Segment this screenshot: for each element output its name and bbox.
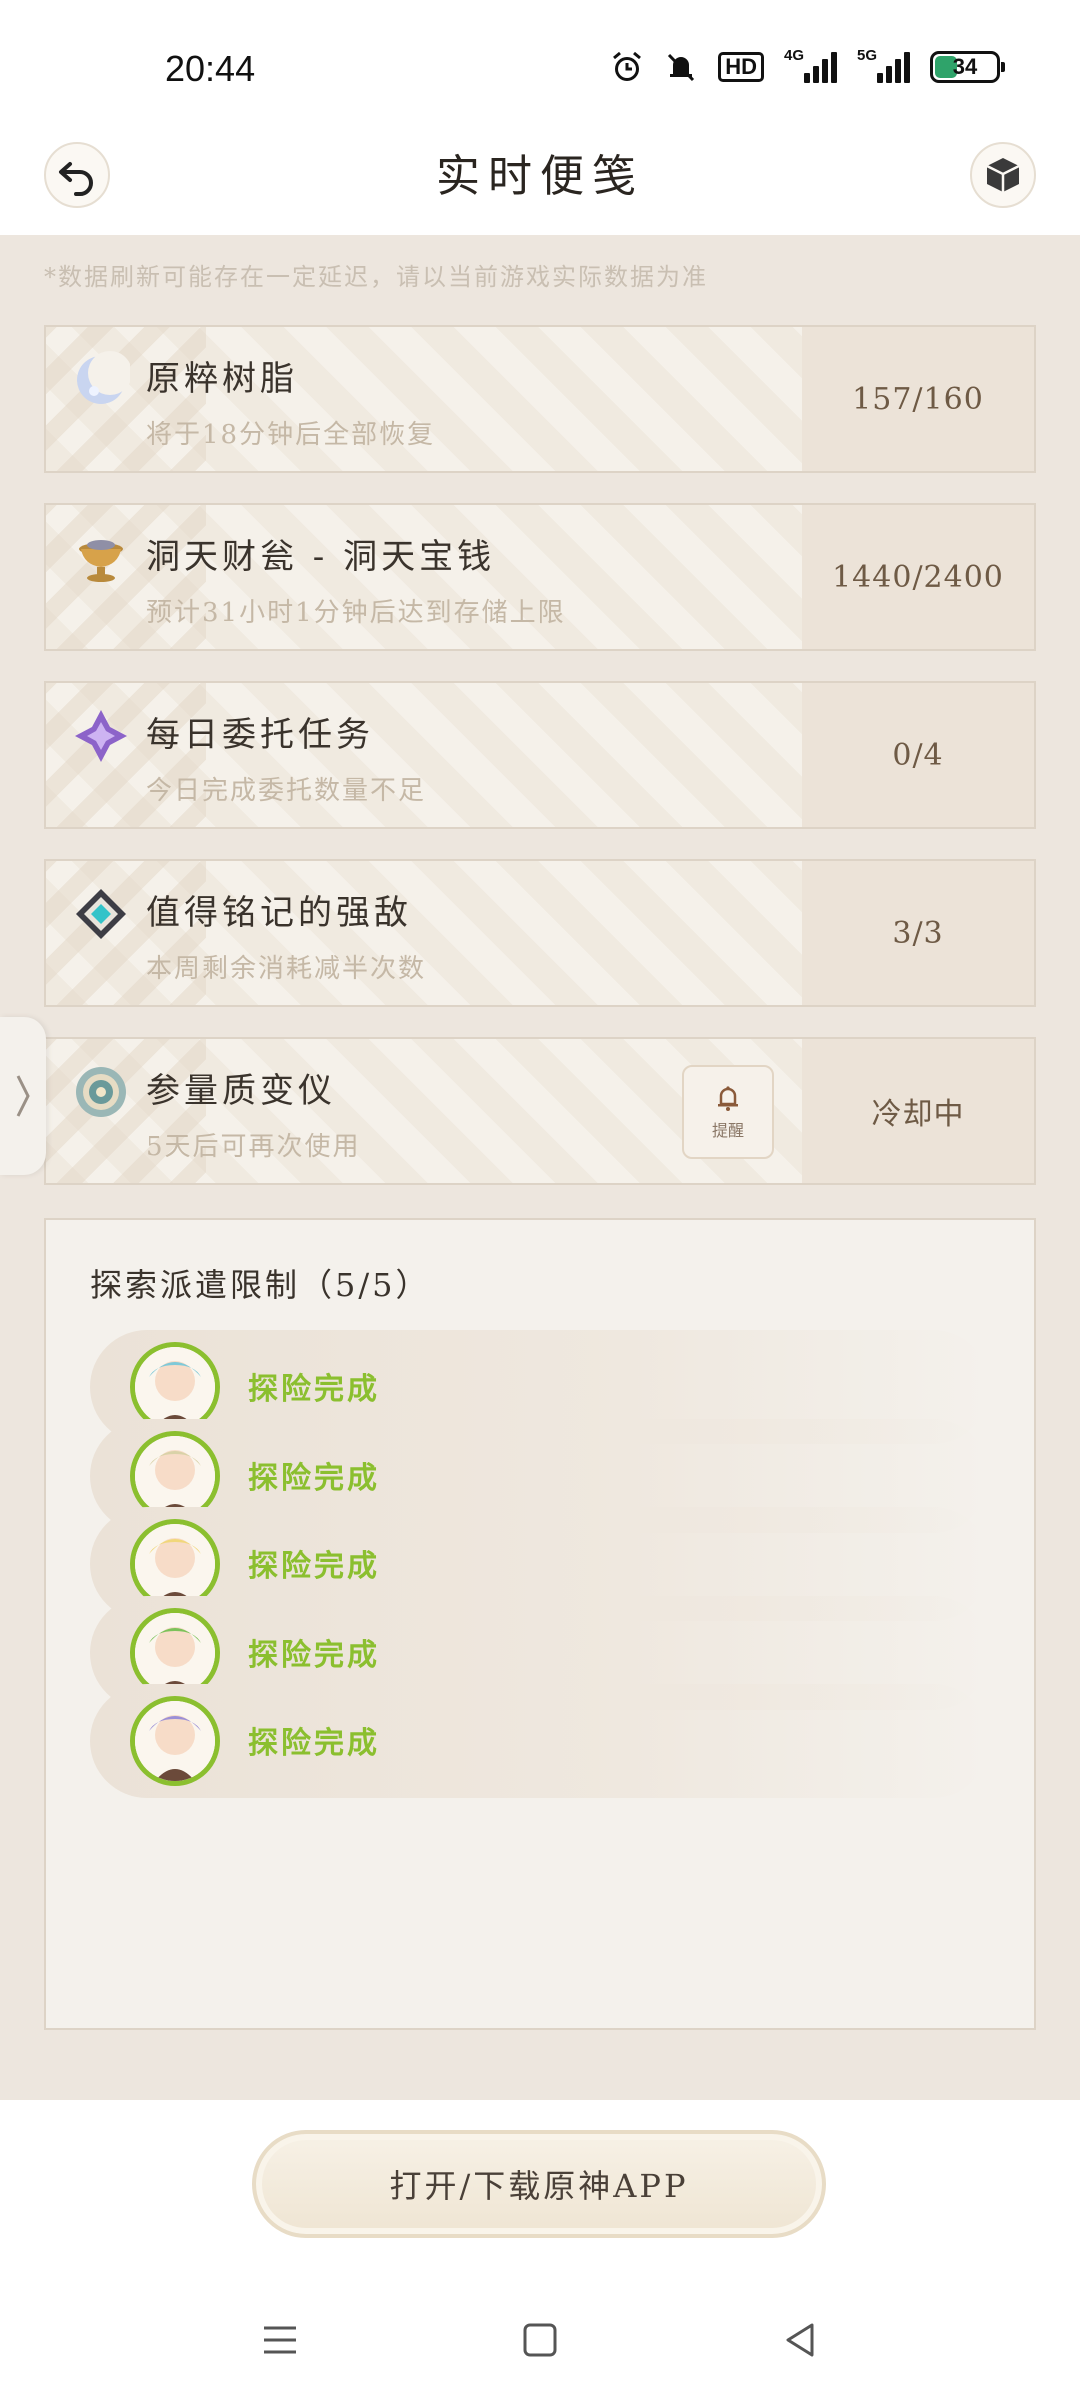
card-daily-commission: 每日委托任务 今日完成委托数量不足 0/4 <box>44 681 1036 829</box>
remind-button[interactable]: 提醒 <box>682 1065 774 1159</box>
status-bar: 20:44 HD 4G 5G 34 <box>0 0 1080 130</box>
expedition-panel: 探索派遣限制（5/5） 探险完成 探险完成 探险完成 探险完成 探险完成 <box>44 1218 1036 2030</box>
alarm-icon <box>610 50 644 84</box>
expedition-title: 探索派遣限制（5/5） <box>90 1266 431 1304</box>
menu-icon <box>264 2326 296 2354</box>
card-title: 原粹树脂 <box>146 359 298 399</box>
commission-icon <box>72 707 130 765</box>
card-realm-currency: 洞天财瓮 - 洞天宝钱 预计31小时1分钟后达到存储上限 1440/2400 <box>44 503 1036 651</box>
character-avatar <box>130 1696 220 1786</box>
app-header: 实时便笺 <box>0 130 1080 235</box>
status-time: 20:44 <box>165 48 256 89</box>
card-weekly-boss: 值得铭记的强敌 本周剩余消耗减半次数 3/3 <box>44 859 1036 1007</box>
expedition-status: 探险完成 <box>248 1460 380 1496</box>
remind-label: 提醒 <box>711 1121 744 1140</box>
mute-icon <box>664 50 698 84</box>
card-value: 157/160 <box>802 327 1034 471</box>
expedition-status: 探险完成 <box>248 1372 380 1407</box>
weekly-boss-icon <box>72 885 130 943</box>
expedition-status: 探险完成 <box>248 1549 380 1584</box>
menu-nav-button[interactable] <box>250 2310 310 2370</box>
card-value: 冷却中 <box>802 1039 1034 1183</box>
delay-note: *数据刷新可能存在一定延迟，请以当前游戏实际数据为准 <box>44 263 708 291</box>
cube-button[interactable] <box>970 142 1036 208</box>
status-icons: HD 4G 5G 34 <box>610 47 1005 84</box>
card-value: 1440/2400 <box>802 505 1034 649</box>
back-triangle-icon <box>786 2323 814 2357</box>
resin-moon-icon <box>72 351 132 409</box>
expedition-row: 探险完成 <box>90 1684 990 1798</box>
card-value: 3/3 <box>802 861 1034 1005</box>
side-drawer-tab[interactable] <box>0 1017 46 1175</box>
card-value: 0/4 <box>802 683 1034 827</box>
bell-icon <box>718 1086 738 1111</box>
home-square-icon <box>523 2323 557 2357</box>
cube-icon <box>986 158 1020 192</box>
page-title: 实时便笺 <box>436 151 644 202</box>
home-nav-button[interactable] <box>510 2310 570 2370</box>
hd-badge: HD <box>718 52 764 82</box>
back-nav-button[interactable] <box>770 2310 830 2370</box>
realm-currency-icon <box>72 529 130 587</box>
card-resin: 原粹树脂 将于18分钟后全部恢复 157/160 <box>44 325 1036 473</box>
card-subtitle: 今日完成委托数量不足 <box>146 776 427 806</box>
card-subtitle: 将于18分钟后全部恢复 <box>146 420 436 450</box>
battery-icon: 34 <box>930 51 1005 83</box>
expedition-status: 探险完成 <box>248 1726 380 1761</box>
open-app-button[interactable]: 打开/下载原神APP <box>252 2130 826 2238</box>
card-title: 洞天财瓮 - 洞天宝钱 <box>146 537 496 577</box>
signal-5g-icon: 5G <box>857 47 910 83</box>
card-title: 值得铭记的强敌 <box>146 893 412 933</box>
notes-content[interactable]: *数据刷新可能存在一定延迟，请以当前游戏实际数据为准 原粹树脂 将于18分钟后全… <box>0 235 1080 2100</box>
transformer-icon <box>72 1063 130 1121</box>
card-title: 每日委托任务 <box>146 715 374 755</box>
signal-4g-icon: 4G <box>784 47 837 83</box>
expedition-status: 探险完成 <box>248 1637 380 1673</box>
system-nav-bar <box>0 2300 1080 2380</box>
bottom-area: 打开/下载原神APP <box>0 2100 1080 2400</box>
chevron-right-icon <box>16 1075 30 1117</box>
card-subtitle: 本周剩余消耗减半次数 <box>146 954 427 984</box>
card-transformer: 参量质变仪 5天后可再次使用 提醒 冷却中 <box>44 1037 1036 1185</box>
card-subtitle: 预计31小时1分钟后达到存储上限 <box>146 598 566 628</box>
